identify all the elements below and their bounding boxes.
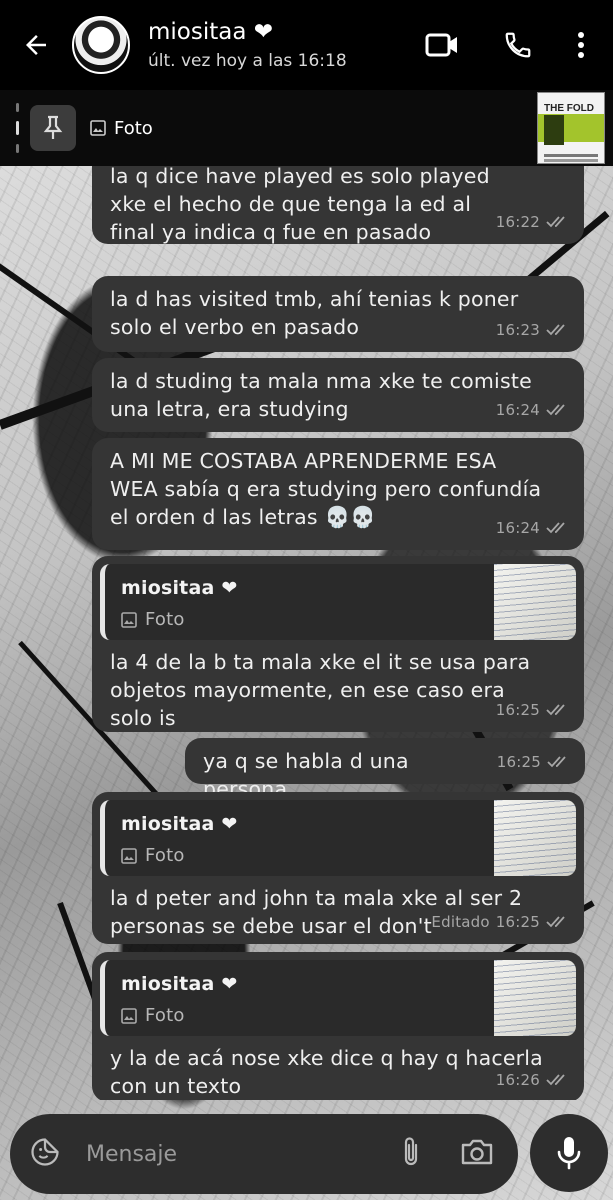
quoted-thumbnail <box>494 960 576 1036</box>
phone-icon <box>505 32 531 58</box>
camera-button[interactable] <box>460 1137 494 1171</box>
paperclip-icon <box>404 1137 418 1166</box>
pinned-indicator <box>10 103 24 153</box>
quoted-thumbnail <box>494 800 576 876</box>
quoted-author: miositaa ❤ <box>121 973 238 995</box>
contact-name: miositaa ❤ <box>148 19 274 45</box>
messages-list[interactable]: la q dice have played es solo played xke… <box>0 166 613 1100</box>
quoted-author: miositaa ❤ <box>121 813 238 835</box>
message-time: 16:25 <box>495 913 540 931</box>
message-bubble[interactable]: miositaa ❤ Foto y la de acá nose xke dic… <box>92 952 584 1100</box>
video-call-button[interactable] <box>425 32 459 58</box>
video-call-icon <box>425 33 457 57</box>
image-icon <box>121 848 137 864</box>
more-options-button[interactable] <box>577 31 585 59</box>
pinned-thumbnail[interactable]: THE FOLD <box>537 92 605 164</box>
sticker-icon <box>31 1138 59 1166</box>
double-check-icon <box>547 756 566 768</box>
message-time: 16:23 <box>495 321 540 339</box>
message-text: la 4 de la b ta mala xke el it se usa pa… <box>110 650 531 730</box>
message-bubble[interactable]: la d studing ta mala nma xke te comiste … <box>92 358 584 432</box>
message-text: la d has visited tmb, ahí tenias k poner… <box>110 287 519 339</box>
image-icon <box>90 120 106 136</box>
quoted-thumbnail <box>494 564 576 640</box>
double-check-icon <box>546 216 565 228</box>
message-bubble[interactable]: la q dice have played es solo played xke… <box>92 166 584 244</box>
voice-call-button[interactable] <box>503 30 533 60</box>
pinned-thumb-title: THE FOLD <box>544 103 594 114</box>
double-check-icon <box>546 522 565 534</box>
back-button[interactable] <box>0 0 72 90</box>
message-time: 16:24 <box>495 401 540 419</box>
message-bubble[interactable]: A MI ME COSTABA APRENDERME ESA WEA sabía… <box>92 438 584 550</box>
pinned-message-bar[interactable]: Foto THE FOLD <box>0 90 613 166</box>
message-text: y la de acá nose xke dice q hay q hacerl… <box>110 1046 543 1098</box>
chat-header: miositaa ❤ últ. vez hoy a las 16:18 <box>0 0 613 90</box>
message-text: la d studing ta mala nma xke te comiste … <box>110 369 532 421</box>
double-check-icon <box>546 404 565 416</box>
double-check-icon <box>546 1074 565 1086</box>
voice-message-button[interactable] <box>530 1114 608 1192</box>
quoted-type: Foto <box>145 845 185 866</box>
pin-icon <box>43 115 63 139</box>
message-bubble[interactable]: ya q se habla d una persona 16:25 <box>185 738 585 801</box>
sticker-button[interactable] <box>30 1137 60 1171</box>
arrow-left-icon <box>26 35 46 55</box>
pinned-label: Foto <box>90 118 153 139</box>
double-check-icon <box>546 324 565 336</box>
message-bubble[interactable]: la d has visited tmb, ahí tenias k poner… <box>92 276 584 352</box>
pin-button[interactable] <box>30 105 76 151</box>
contact-avatar[interactable] <box>72 16 130 74</box>
contact-info[interactable]: miositaa ❤ últ. vez hoy a las 16:18 <box>148 19 425 71</box>
message-time: 16:22 <box>495 213 540 231</box>
message-input[interactable]: Mensaje <box>86 1142 400 1167</box>
quoted-type: Foto <box>145 609 185 630</box>
pinned-text: Foto <box>114 117 153 139</box>
quoted-type: Foto <box>145 1005 185 1026</box>
message-text: la q dice have played es solo played xke… <box>110 166 490 244</box>
last-seen-status: últ. vez hoy a las 16:18 <box>148 51 347 71</box>
microphone-icon <box>557 1137 581 1170</box>
message-time: 16:24 <box>495 519 540 537</box>
message-time: 16:26 <box>495 1071 540 1089</box>
more-vertical-icon <box>578 32 584 58</box>
message-text: A MI ME COSTABA APRENDERME ESA WEA sabía… <box>110 449 542 529</box>
quoted-author: miositaa ❤ <box>121 577 238 599</box>
image-icon <box>121 1008 137 1024</box>
quoted-message[interactable]: miositaa ❤ Foto <box>100 960 576 1036</box>
quoted-message[interactable]: miositaa ❤ Foto <box>100 564 576 640</box>
attach-button[interactable] <box>400 1135 422 1173</box>
image-icon <box>121 612 137 628</box>
camera-icon <box>461 1139 493 1165</box>
quoted-message[interactable]: miositaa ❤ Foto <box>100 800 576 876</box>
message-time: 16:25 <box>495 701 540 719</box>
message-input-bar: Mensaje <box>10 1114 518 1194</box>
message-bubble[interactable]: miositaa ❤ Foto la 4 de la b ta mala xke… <box>92 556 584 732</box>
double-check-icon <box>546 916 565 928</box>
message-time: 16:25 <box>496 753 541 771</box>
message-bubble[interactable]: miositaa ❤ Foto la d peter and john ta m… <box>92 792 584 944</box>
edited-label: Editado <box>431 913 490 931</box>
double-check-icon <box>546 704 565 716</box>
